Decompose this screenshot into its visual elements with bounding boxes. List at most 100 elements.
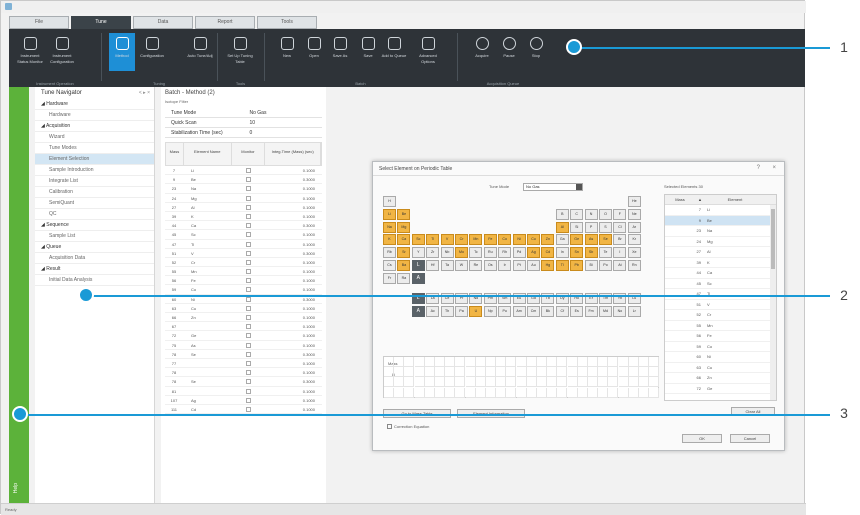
monitor-checkbox[interactable] bbox=[245, 305, 251, 311]
element-np[interactable]: Np bbox=[483, 306, 497, 318]
table-row[interactable]: 111 Cd 0.1000 bbox=[165, 405, 322, 415]
selected-element-row[interactable]: 51 V bbox=[665, 300, 776, 310]
nav-group[interactable]: ◢ Acquisition bbox=[35, 121, 154, 132]
element-a[interactable]: A bbox=[411, 306, 425, 318]
tune-mode-select[interactable]: No Gas bbox=[523, 183, 583, 191]
element-no[interactable]: No bbox=[613, 306, 627, 318]
property-row[interactable]: Stabilization Time (sec) 0 bbox=[165, 128, 322, 138]
element-h[interactable]: H bbox=[383, 196, 396, 207]
monitor-checkbox[interactable] bbox=[245, 278, 251, 284]
element-ar[interactable]: Ar bbox=[627, 221, 641, 233]
element-zr[interactable]: Zr bbox=[426, 247, 440, 259]
monitor-checkbox[interactable] bbox=[245, 342, 251, 348]
nav-item[interactable]: Tune Modes bbox=[35, 143, 154, 154]
table-row[interactable]: 44 Ca 0.3000 bbox=[165, 221, 322, 231]
element-tc[interactable]: Tc bbox=[469, 247, 483, 259]
element-te[interactable]: Te bbox=[599, 247, 612, 259]
element-cr[interactable]: Cr bbox=[455, 234, 468, 246]
cancel-button[interactable]: Cancel bbox=[730, 434, 770, 443]
nav-group[interactable]: ◢ Sequence bbox=[35, 220, 154, 231]
element-ru[interactable]: Ru bbox=[483, 247, 497, 259]
selected-element-row[interactable]: 56 Fe bbox=[665, 331, 776, 342]
nav-item[interactable]: Element Selection bbox=[35, 154, 154, 165]
table-row[interactable]: 55 Mn 0.1000 bbox=[165, 267, 322, 277]
element-sb[interactable]: Sb bbox=[584, 247, 598, 259]
nav-item[interactable]: QC bbox=[35, 209, 154, 220]
element-be[interactable]: Be bbox=[397, 208, 411, 220]
element-ir[interactable]: Ir bbox=[498, 260, 512, 271]
element-au[interactable]: Au bbox=[527, 260, 540, 271]
element-u[interactable]: U bbox=[469, 306, 483, 318]
element-tl[interactable]: Tl bbox=[555, 260, 569, 271]
element-ra[interactable]: Ra bbox=[397, 272, 411, 284]
element-pd[interactable]: Pd bbox=[512, 247, 526, 259]
element-rh[interactable]: Rh bbox=[498, 247, 512, 259]
element-pb[interactable]: Pb bbox=[570, 260, 584, 271]
selected-element-row[interactable]: 59 Co bbox=[665, 342, 776, 352]
monitor-checkbox[interactable] bbox=[245, 315, 251, 320]
table-row[interactable]: 67 0.1000 bbox=[165, 322, 322, 332]
table-row[interactable]: 45 Sc 0.1000 bbox=[165, 230, 322, 240]
checkbox-box[interactable] bbox=[387, 424, 392, 430]
nav-item[interactable]: Sample List bbox=[35, 231, 154, 242]
element-th[interactable]: Th bbox=[440, 306, 454, 318]
element-co[interactable]: Co bbox=[498, 234, 512, 246]
panel-controls[interactable]: < ▸ × bbox=[139, 90, 150, 96]
nav-item[interactable]: Wizard bbox=[35, 132, 154, 143]
monitor-checkbox[interactable] bbox=[245, 406, 251, 412]
monitor-checkbox[interactable] bbox=[245, 223, 251, 229]
monitor-checkbox[interactable] bbox=[245, 232, 251, 238]
monitor-checkbox[interactable] bbox=[245, 360, 251, 366]
element-os[interactable]: Os bbox=[483, 260, 497, 271]
table-row[interactable]: 63 Cu 0.1000 bbox=[165, 304, 322, 313]
element-pa[interactable]: Pa bbox=[455, 306, 468, 318]
element-sc[interactable]: Sc bbox=[411, 234, 425, 246]
table-row[interactable]: 75 As 0.1000 bbox=[165, 341, 322, 350]
element-cf[interactable]: Cf bbox=[555, 306, 569, 318]
selected-element-row[interactable]: 9 Be bbox=[665, 215, 776, 226]
element-bi[interactable]: Bi bbox=[584, 260, 598, 271]
element-am[interactable]: Am bbox=[512, 306, 526, 318]
element-mg[interactable]: Mg bbox=[397, 221, 411, 233]
element-nb[interactable]: Nb bbox=[440, 247, 454, 259]
element-y[interactable]: Y bbox=[411, 247, 425, 259]
element-as[interactable]: As bbox=[584, 234, 598, 246]
property-row[interactable]: Tune Mode No Gas bbox=[165, 108, 322, 118]
element-c[interactable]: C bbox=[570, 208, 584, 220]
element-s[interactable]: S bbox=[599, 221, 612, 233]
element-l[interactable]: L bbox=[411, 260, 425, 271]
monitor-checkbox[interactable] bbox=[245, 168, 251, 173]
element-pt[interactable]: Pt bbox=[512, 260, 526, 271]
element-mn[interactable]: Mn bbox=[469, 234, 483, 246]
element-f[interactable]: F bbox=[613, 208, 627, 220]
monitor-checkbox[interactable] bbox=[245, 241, 251, 247]
table-row[interactable]: 7 Li 0.1000 bbox=[165, 166, 322, 176]
selected-element-row[interactable]: 39 K bbox=[665, 258, 776, 268]
help-icon[interactable]: ? bbox=[757, 165, 760, 171]
tab-0[interactable]: File bbox=[9, 16, 69, 29]
element-p[interactable]: P bbox=[584, 221, 598, 233]
element-in[interactable]: In bbox=[555, 247, 569, 259]
element-li[interactable]: Li bbox=[383, 208, 396, 220]
element-re[interactable]: Re bbox=[469, 260, 483, 271]
nav-group[interactable]: ◢ Hardware bbox=[35, 99, 154, 110]
element-ag[interactable]: Ag bbox=[527, 247, 540, 259]
element-o[interactable]: O bbox=[599, 208, 612, 220]
nav-group[interactable]: ◢ Result bbox=[35, 264, 154, 275]
tab-3[interactable]: Report bbox=[195, 16, 255, 29]
element-br[interactable]: Br bbox=[613, 234, 627, 246]
element-ta[interactable]: Ta bbox=[440, 260, 454, 271]
nav-item[interactable]: Hardware bbox=[35, 110, 154, 121]
scrollbar-thumb[interactable] bbox=[771, 209, 775, 269]
table-row[interactable]: 81 0.1000 bbox=[165, 387, 322, 396]
monitor-checkbox[interactable] bbox=[245, 213, 251, 219]
element-sr[interactable]: Sr bbox=[397, 247, 411, 259]
table-row[interactable]: 52 Cr 0.1000 bbox=[165, 258, 322, 268]
monitor-checkbox[interactable] bbox=[245, 397, 251, 403]
element-ti[interactable]: Ti bbox=[426, 234, 440, 246]
tab-1[interactable]: Tune bbox=[71, 16, 131, 29]
nav-item[interactable]: Initial Data Analysis bbox=[35, 275, 154, 286]
table-row[interactable]: 107 Ag 0.1000 bbox=[165, 396, 322, 405]
element-cs[interactable]: Cs bbox=[383, 260, 396, 271]
element-rn[interactable]: Rn bbox=[627, 260, 641, 271]
